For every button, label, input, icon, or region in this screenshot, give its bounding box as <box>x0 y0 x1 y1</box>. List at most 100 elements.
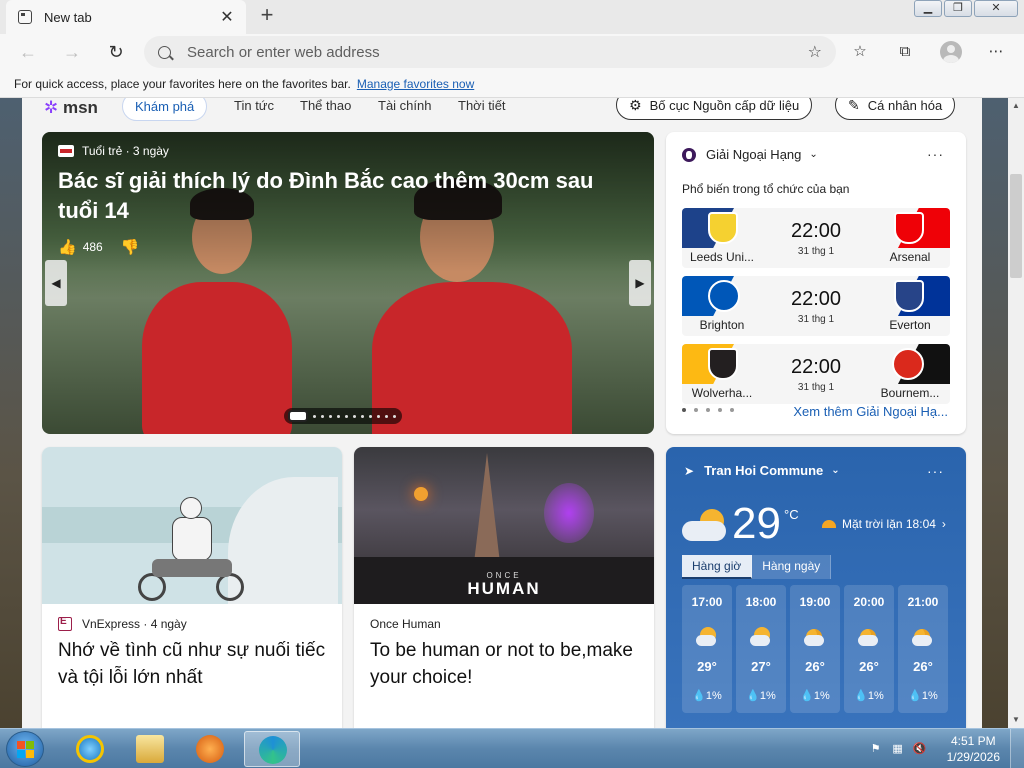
refresh-button[interactable]: ↻ <box>104 40 128 64</box>
pager-dot[interactable] <box>730 408 734 412</box>
partly-cloudy-night-icon <box>912 627 934 647</box>
explorer-taskbar-button[interactable] <box>122 731 178 767</box>
sport-more-icon[interactable]: ··· <box>927 146 944 162</box>
chevron-down-icon: ⌄ <box>809 149 818 160</box>
network-icon[interactable]: ▦ <box>891 742 905 756</box>
hero-carousel[interactable]: Tuổi trẻ · 3 ngày Bác sĩ giải thích lý d… <box>42 132 654 434</box>
hour-forecast-item[interactable]: 19:00 26° 💧1% <box>790 585 840 713</box>
hour-forecast-item[interactable]: 21:00 26° 💧1% <box>898 585 948 713</box>
hero-source[interactable]: Tuổi trẻ · 3 ngày <box>58 144 169 158</box>
hour-forecast-item[interactable]: 17:00 29° 💧1% <box>682 585 732 713</box>
sunset-info[interactable]: Mặt trời lặn 18:04 › <box>822 517 946 531</box>
match-row[interactable]: Wolverha... 22:00 31 thg 1 Bournem... <box>682 344 950 404</box>
new-tab-button[interactable]: + <box>256 4 278 28</box>
purple-creature <box>544 483 594 543</box>
pager-dot[interactable] <box>694 408 698 412</box>
hour-rain: 💧1% <box>854 690 884 702</box>
tab-new-tab[interactable]: New tab ✕ <box>6 0 246 34</box>
tab-daily[interactable]: Hàng ngày <box>752 555 832 579</box>
carousel-dot[interactable] <box>329 414 332 418</box>
add-favorite-icon[interactable]: ☆ <box>808 42 822 62</box>
carousel-dot[interactable] <box>385 414 388 418</box>
media-player-taskbar-button[interactable] <box>182 731 238 767</box>
home-team: Leeds Uni... <box>689 250 755 264</box>
carousel-dot[interactable] <box>313 414 316 418</box>
minimize-button[interactable]: ▁ <box>914 0 942 17</box>
tab-hourly[interactable]: Hàng giờ <box>682 555 753 579</box>
wolves-crest-icon <box>708 348 738 380</box>
nav-tab-discover[interactable]: Khám phá <box>122 98 208 121</box>
restore-button[interactable]: ❐ <box>944 0 972 17</box>
temperature-unit[interactable]: °C <box>784 507 799 522</box>
volume-muted-icon[interactable]: 🔇 <box>913 742 927 756</box>
more-options-icon[interactable]: ⋯ <box>986 42 1006 62</box>
pager-dot[interactable] <box>706 408 710 412</box>
pager-dot[interactable] <box>718 408 722 412</box>
carousel-dot-active[interactable] <box>288 410 308 422</box>
scroll-down-arrow-icon[interactable]: ▼ <box>1008 712 1024 728</box>
feed-layout-label: Bố cục Nguồn cấp dữ liệu <box>649 98 800 113</box>
carousel-dot[interactable] <box>337 414 340 418</box>
sport-pager[interactable] <box>682 408 742 412</box>
vertical-scrollbar[interactable]: ▲ ▼ <box>1008 98 1024 728</box>
carousel-dot[interactable] <box>369 414 372 418</box>
home-team: Wolverha... <box>691 386 753 400</box>
home-team: Brighton <box>699 318 745 332</box>
article-source[interactable]: Once Human <box>370 617 441 631</box>
ad-article-card[interactable]: ONCE HUMAN Once Human To be human or not… <box>354 447 654 728</box>
flag-icon[interactable]: ⚑ <box>869 742 883 756</box>
match-row[interactable]: Brighton 22:00 31 thg 1 Everton <box>682 276 950 336</box>
carousel-next-button[interactable]: ▶ <box>629 260 651 306</box>
close-window-button[interactable]: ✕ <box>974 0 1018 17</box>
carousel-indicator[interactable] <box>284 408 402 424</box>
profile-avatar[interactable] <box>940 41 962 63</box>
article-source[interactable]: VnExpress · 4 ngày <box>58 616 187 631</box>
carousel-dot[interactable] <box>353 414 356 418</box>
nav-tab-sports[interactable]: Thể thao <box>300 98 351 113</box>
more-league-link[interactable]: Xem thêm Giải Ngoại Hạ... <box>793 404 948 419</box>
collections-icon[interactable]: ⧉ <box>895 42 915 62</box>
carousel-dot[interactable] <box>361 414 364 418</box>
hour-forecast-item[interactable]: 20:00 26° 💧1% <box>844 585 894 713</box>
carousel-dot[interactable] <box>321 414 324 418</box>
chevron-down-icon: ⌄ <box>831 465 840 476</box>
carousel-prev-button[interactable]: ◀ <box>45 260 67 306</box>
league-selector[interactable]: Giải Ngoại Hạng ⌄ <box>682 147 818 162</box>
thumbs-down-icon[interactable]: 👎 <box>121 238 140 256</box>
edge-taskbar-button[interactable] <box>244 731 300 767</box>
scrollbar-thumb[interactable] <box>1010 174 1022 278</box>
nav-tab-finance[interactable]: Tài chính <box>378 98 431 113</box>
carousel-dot[interactable] <box>393 414 396 418</box>
feed-layout-button[interactable]: ⚙ Bố cục Nguồn cấp dữ liệu <box>616 98 813 120</box>
weather-more-icon[interactable]: ··· <box>927 463 944 479</box>
hour-forecast-item[interactable]: 18:00 27° 💧1% <box>736 585 786 713</box>
weather-location-selector[interactable]: ➤ Tran Hoi Commune ⌄ <box>684 463 840 478</box>
article-title[interactable]: Nhớ về tình cũ như sự nuối tiếc và tội l… <box>58 637 328 691</box>
internet-explorer-taskbar-button[interactable] <box>62 731 118 767</box>
nav-tab-weather[interactable]: Thời tiết <box>458 98 506 113</box>
favorites-icon[interactable]: ☆ <box>850 42 870 62</box>
personalize-button[interactable]: ✎ Cá nhân hóa <box>835 98 956 120</box>
pager-dot[interactable] <box>682 408 686 412</box>
clock[interactable]: 4:51 PM 1/29/2026 <box>947 733 1000 765</box>
carousel-dot[interactable] <box>377 414 380 418</box>
hero-title[interactable]: Bác sĩ giải thích lý do Đình Bắc cao thê… <box>58 166 638 226</box>
manage-favorites-link[interactable]: Manage favorites now <box>357 77 474 91</box>
start-button[interactable] <box>6 731 44 767</box>
scroll-up-arrow-icon[interactable]: ▲ <box>1008 98 1024 114</box>
carousel-dot[interactable] <box>345 414 348 418</box>
thumbs-up-icon[interactable]: 👍 <box>58 238 77 256</box>
article-title[interactable]: To be human or not to be,make your choic… <box>370 637 640 691</box>
article-card[interactable]: VnExpress · 4 ngày Nhớ về tình cũ như sự… <box>42 447 342 728</box>
match-row[interactable]: Leeds Uni... 22:00 31 thg 1 Arsenal <box>682 208 950 268</box>
hour-temp: 27° <box>751 659 771 674</box>
back-button[interactable]: ← <box>16 40 40 64</box>
close-tab-icon[interactable]: ✕ <box>218 7 236 27</box>
forward-button[interactable]: → <box>60 40 84 64</box>
address-bar[interactable]: Search or enter web address ☆ <box>144 36 836 68</box>
favorites-bar: For quick access, place your favorites h… <box>0 70 1024 98</box>
show-desktop-button[interactable] <box>1010 729 1024 768</box>
msn-logo[interactable]: ✲ msn <box>44 98 98 118</box>
personalize-label: Cá nhân hóa <box>867 98 943 113</box>
nav-tab-news[interactable]: Tin tức <box>234 98 274 113</box>
